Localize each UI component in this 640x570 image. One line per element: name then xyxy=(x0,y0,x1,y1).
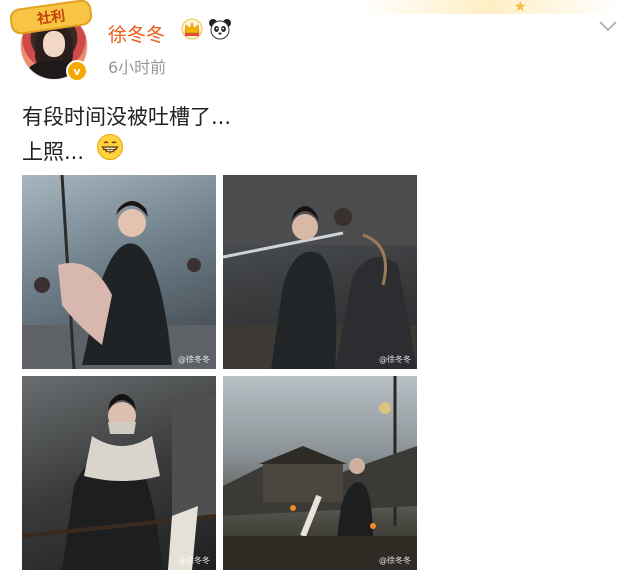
crown-icon xyxy=(181,18,203,40)
photo-scene xyxy=(223,175,417,369)
grin-icon xyxy=(97,134,123,160)
photo-watermark: @徐冬冬 xyxy=(178,556,210,565)
post-photo-3[interactable]: @徐冬冬 xyxy=(22,376,216,570)
photo-scene xyxy=(22,175,216,369)
photo-scene xyxy=(22,394,216,570)
post-timestamp: 6小时前 xyxy=(108,58,167,77)
post-photo-2[interactable]: @徐冬冬 xyxy=(223,175,417,369)
author-name[interactable]: 徐冬冬 xyxy=(108,20,165,47)
post-text-line-1: 有段时间没被吐槽了... xyxy=(22,105,232,129)
post-photo-1[interactable]: @徐冬冬 xyxy=(22,175,216,369)
verified-badge: v xyxy=(66,60,88,82)
post-text-line-2: 上照... xyxy=(22,140,85,164)
avatar-face xyxy=(43,31,65,57)
star-icon: ★ xyxy=(514,0,527,15)
panda-icon xyxy=(209,19,231,40)
photo-watermark: @徐冬冬 xyxy=(379,556,411,565)
photo-scene xyxy=(223,376,417,570)
post-photo-4[interactable]: @徐冬冬 xyxy=(223,376,417,570)
chevron-down-icon[interactable] xyxy=(597,18,619,34)
photo-watermark: @徐冬冬 xyxy=(379,355,411,364)
header-decoration xyxy=(360,0,620,14)
photo-watermark: @徐冬冬 xyxy=(178,355,210,364)
